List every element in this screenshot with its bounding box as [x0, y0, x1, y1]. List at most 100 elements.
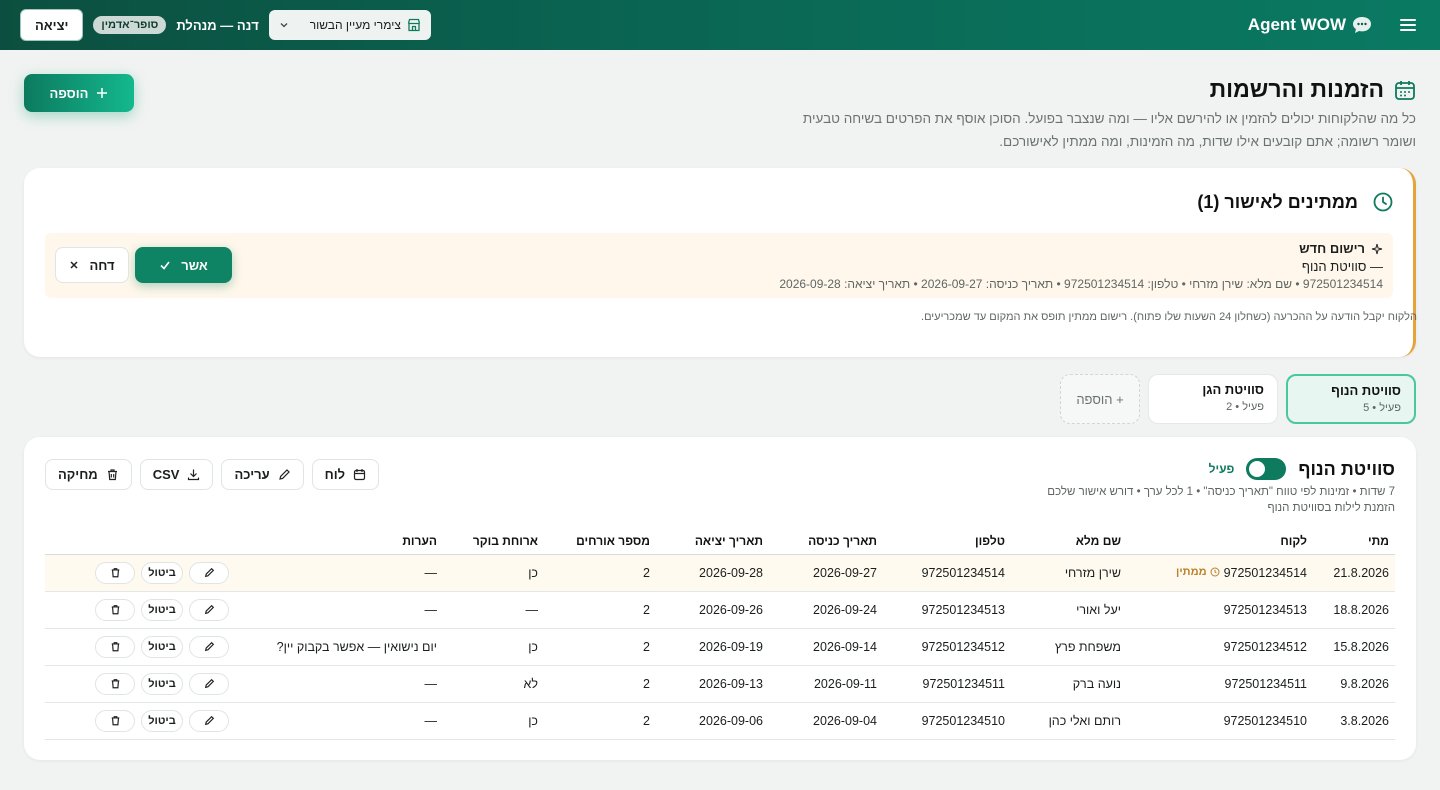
delete-row-button[interactable] — [95, 598, 135, 621]
column-header: ארוחת בוקר — [443, 528, 544, 555]
section-title: סוויטת הנוף — [1298, 458, 1395, 479]
edit-button[interactable]: עריכה — [221, 459, 304, 490]
cancel-row-button[interactable]: ביטול — [141, 598, 183, 621]
active-toggle[interactable] — [1246, 458, 1287, 480]
table-row: 15.8.2026 972501234512 משפחת פרץ 9725012345… — [45, 628, 1395, 666]
column-header: לקוח — [1127, 528, 1313, 555]
section-meta-line: הזמנת לילות בסוויטת הנוף — [1267, 502, 1395, 514]
trash-icon — [111, 679, 119, 689]
chevron-down-icon — [279, 20, 289, 30]
close-icon — [69, 260, 79, 270]
section-meta: 7 שדות • זמינות לפי טווח "תאריך כניסה" •… — [1047, 484, 1395, 516]
cell-guests: 2 — [544, 702, 656, 740]
cell-checkin: 2026-09-11 — [769, 665, 883, 703]
pencil-icon — [204, 715, 214, 726]
edit-row-button[interactable] — [189, 709, 229, 732]
pencil-icon — [204, 641, 214, 652]
sparkle-icon — [1371, 243, 1383, 255]
delete-row-button[interactable] — [95, 635, 135, 658]
edit-row-button[interactable] — [189, 561, 229, 584]
delete-row-button[interactable] — [95, 561, 135, 584]
user-name: דנה — מנהלת — [176, 17, 259, 33]
venue-select[interactable]: צימרי מעיין הבשור — [268, 10, 431, 40]
tab-view-suite[interactable]: סוויטת הנוף פעיל • 5 — [1286, 374, 1416, 424]
chat-bubble-icon — [1352, 16, 1372, 34]
edit-row-button[interactable] — [189, 635, 229, 658]
tab-meta: פעיל • 2 — [1226, 401, 1264, 413]
pending-item-title-text: רישום חדש — [1299, 241, 1365, 256]
pending-title-text: ממתינים לאישור (1) — [1197, 191, 1358, 212]
cancel-row-button[interactable]: ביטול — [141, 672, 183, 695]
cell-when: 18.8.2026 — [1313, 591, 1395, 629]
section-meta-line: 7 שדות • זמינות לפי טווח "תאריך כניסה" •… — [1047, 486, 1395, 498]
tab-meta: פעיל • 5 — [1363, 402, 1401, 414]
edit-row-button[interactable] — [189, 598, 229, 621]
brand-logo: Agent WOW — [1248, 15, 1372, 35]
pending-item-details: 972501234514 • שם מלא: שירן מזרחי • טלפו… — [779, 277, 1383, 291]
cell-when: 3.8.2026 — [1313, 702, 1395, 740]
venue-name: צימרי מעיין הבשור — [309, 18, 401, 32]
column-header: מתי — [1313, 528, 1395, 555]
delete-button[interactable]: מחיקה — [45, 459, 132, 490]
cell-breakfast: כן — [443, 554, 544, 592]
cancel-row-button[interactable]: ביטול — [141, 635, 183, 658]
store-icon — [407, 18, 421, 32]
calendar-icon — [353, 468, 366, 481]
pencil-icon — [204, 604, 214, 615]
tab-label: סוויטת הגן — [1202, 382, 1264, 397]
cell-notes: — — [243, 591, 443, 629]
delete-row-button[interactable] — [95, 672, 135, 695]
cell-name: שירן מזרחי — [1011, 554, 1127, 592]
cell-checkin: 2026-09-04 — [769, 702, 883, 740]
trash-icon — [111, 568, 119, 578]
pencil-icon — [204, 678, 214, 689]
customer-id: 972501234514 — [1223, 565, 1307, 580]
cell-actions: ביטול — [45, 628, 243, 666]
tab-label: סוויטת הנוף — [1331, 383, 1401, 398]
tab-add-button[interactable]: + הוספה — [1060, 374, 1140, 424]
table-row: 21.8.2026 972501234514 ממתין שירן מזרחי 9725… — [45, 554, 1395, 592]
edit-row-button[interactable] — [189, 672, 229, 695]
cell-notes: — — [243, 702, 443, 740]
pending-item-title: רישום חדש — [1299, 241, 1383, 256]
cell-checkin: 2026-09-14 — [769, 628, 883, 666]
logout-button[interactable]: יציאה — [20, 9, 84, 41]
cell-name: רותם ואלי כהן — [1011, 702, 1127, 740]
trash-icon — [106, 468, 119, 481]
cell-guests: 2 — [544, 665, 656, 703]
add-button-label: הוספה — [49, 85, 89, 101]
reject-button[interactable]: דחה — [55, 247, 129, 283]
cell-customer: 972501234511 — [1127, 665, 1313, 703]
table-row: 9.8.2026 972501234511 נועה ברק 972501234511… — [45, 665, 1395, 703]
section-header: סוויטת הנוף פעיל — [1209, 458, 1395, 480]
cell-phone: 972501234510 — [883, 702, 1011, 740]
menu-icon[interactable] — [1396, 13, 1420, 37]
cell-name: יעל ואורי — [1011, 591, 1127, 629]
page-title-text: הזמנות והרשמות — [1209, 76, 1384, 102]
add-button[interactable]: הוספה — [24, 74, 134, 112]
column-header: תאריך כניסה — [769, 528, 883, 555]
cell-checkout: 2026-09-26 — [656, 591, 769, 629]
cell-breakfast: כן — [443, 702, 544, 740]
cancel-row-button[interactable]: ביטול — [141, 709, 183, 732]
cell-checkout: 2026-09-13 — [656, 665, 769, 703]
delete-row-button[interactable] — [95, 709, 135, 732]
table-row: 18.8.2026 972501234513 יעל ואורי 9725012345… — [45, 591, 1395, 629]
calendar-button[interactable]: לוח — [311, 459, 380, 490]
cell-phone: 972501234511 — [883, 665, 1011, 703]
cancel-row-button[interactable]: ביטול — [141, 561, 183, 584]
cell-phone: 972501234512 — [883, 628, 1011, 666]
column-header: הערות — [243, 528, 443, 555]
cell-name: נועה ברק — [1011, 665, 1127, 703]
approve-button[interactable]: אשר — [135, 247, 232, 283]
cell-checkout: 2026-09-06 — [656, 702, 769, 740]
pencil-icon — [204, 567, 214, 578]
clock-icon — [1210, 567, 1220, 576]
pending-title: ממתינים לאישור (1) — [1197, 191, 1394, 213]
page-title: הזמנות והרשמות — [1210, 76, 1416, 103]
csv-button[interactable]: CSV — [139, 459, 214, 490]
check-icon — [159, 259, 171, 271]
tab-garden-suite[interactable]: סוויטת הגן פעיל • 2 — [1148, 374, 1278, 424]
calendar-icon — [1394, 79, 1416, 101]
cell-customer: 972501234510 — [1127, 702, 1313, 740]
